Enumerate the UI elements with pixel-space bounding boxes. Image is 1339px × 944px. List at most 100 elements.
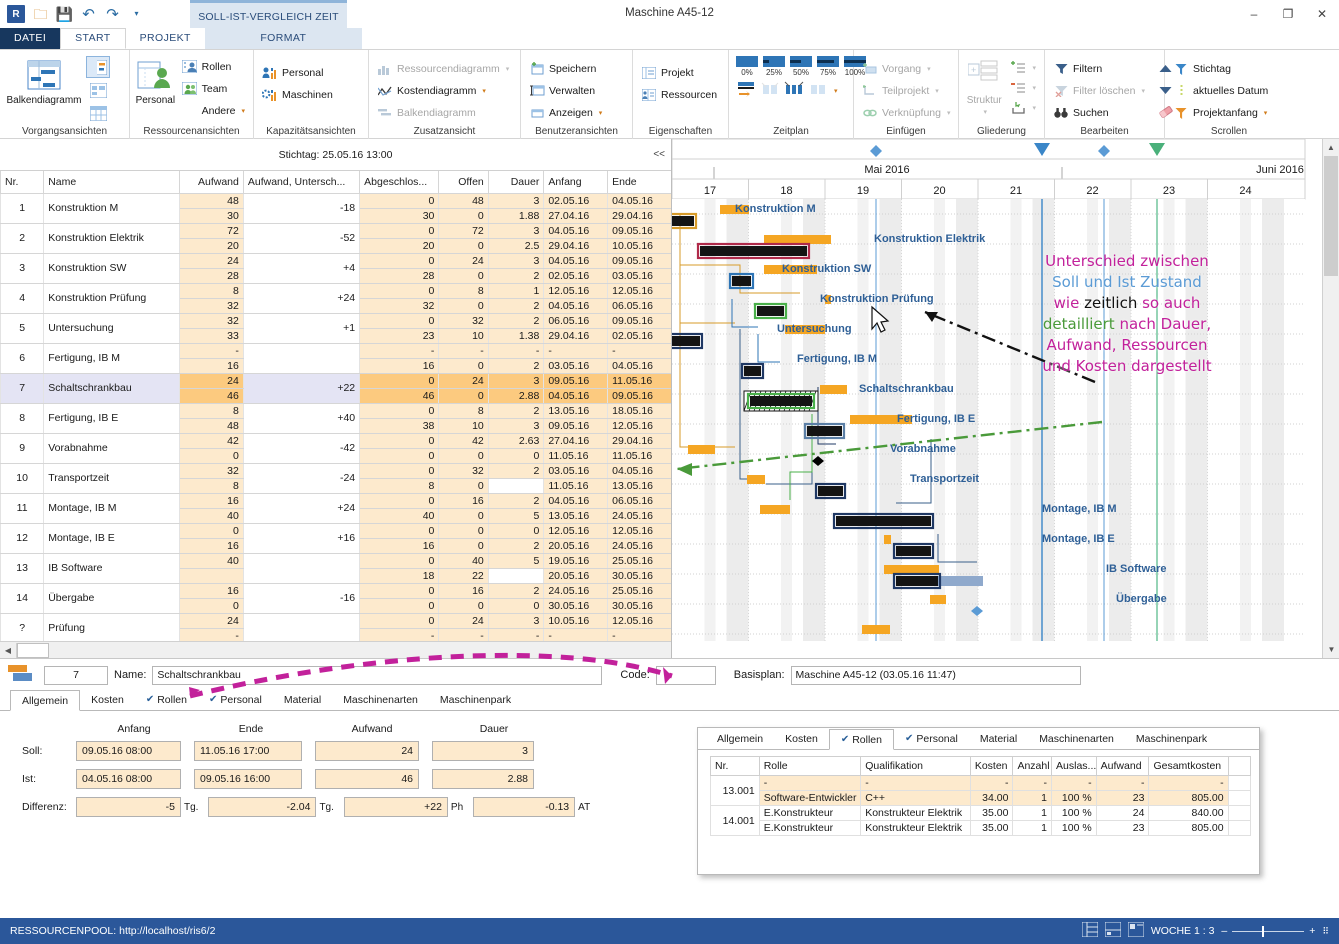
- tab-projekt[interactable]: PROJEKT: [126, 28, 205, 49]
- zoom-thumb[interactable]: [1262, 925, 1265, 937]
- roles-col-nr[interactable]: Nr.: [710, 756, 760, 776]
- vorgang-insert-button[interactable]: Vorgang ▾: [859, 58, 953, 79]
- ressourcen-properties-button[interactable]: Ressourcen: [638, 84, 720, 105]
- chevron-down-icon[interactable]: ▾: [599, 109, 603, 117]
- task-grid-scroll[interactable]: Nr. Name Aufwand Aufwand, Untersch... Ab…: [0, 171, 671, 641]
- gantt-vertical-scrollbar[interactable]: ▲ ▼: [1322, 139, 1339, 658]
- tab-material[interactable]: Material: [273, 689, 332, 710]
- field-ende[interactable]: 09.05.16 16:00: [194, 769, 302, 789]
- zoom-in-button[interactable]: +: [1309, 925, 1315, 937]
- roles-col-gesamtkosten[interactable]: Gesamtkosten: [1148, 756, 1229, 776]
- cell-name[interactable]: Montage, IB E: [43, 523, 181, 554]
- field-ende[interactable]: 11.05.16 17:00: [194, 741, 302, 761]
- balkendiagramm-button[interactable]: Balkendiagramm: [5, 54, 83, 106]
- tab-maschinenarten[interactable]: Maschinenarten: [1028, 728, 1125, 749]
- cell-name[interactable]: IB Software: [43, 553, 181, 584]
- close-button[interactable]: ✕: [1305, 0, 1339, 28]
- chevron-down-icon[interactable]: ▾: [834, 87, 838, 95]
- schedule-left-icon[interactable]: [760, 81, 780, 101]
- cell-name[interactable]: Fertigung, IB M: [43, 343, 181, 374]
- col-dauer[interactable]: Dauer: [487, 171, 545, 194]
- zoom-out-button[interactable]: –: [1221, 925, 1227, 937]
- table-row[interactable]: ? Prüfung 24 0 24 3 10.05.16 12.05.16: [0, 613, 671, 641]
- filter-loeschen-button[interactable]: Filter löschen ▾: [1050, 80, 1148, 101]
- progress-75[interactable]: 75%: [815, 56, 841, 77]
- table-row[interactable]: 2 Konstruktion Elektrik 72 -52 0 72 3 04.05.16 0…: [0, 223, 671, 254]
- task-table-body[interactable]: 1 Konstruktion M 48 -18 0 48 3 02.05.16 04.05.16…: [0, 193, 671, 641]
- progress-50[interactable]: 50%: [788, 56, 814, 77]
- window-controls[interactable]: – ❐ ✕: [1237, 0, 1339, 28]
- zusatz-balkendiagramm-button[interactable]: Balkendiagramm: [374, 102, 512, 123]
- tab-maschinenpark[interactable]: Maschinenpark: [429, 689, 522, 710]
- verwalten-view-button[interactable]: Verwalten: [526, 80, 605, 101]
- col-nr[interactable]: Nr.: [0, 171, 45, 194]
- chevron-down-icon[interactable]: ▾: [927, 65, 931, 73]
- roles-row[interactable]: 13.001- - - - - - -: [710, 775, 1252, 806]
- tab-personal[interactable]: ✔ Personal: [894, 728, 969, 749]
- field-dauer[interactable]: -0.13: [473, 797, 576, 817]
- basisplan-input[interactable]: Maschine A45-12 (03.05.16 11:47): [790, 665, 1081, 685]
- roles-col-qualifikation[interactable]: Qualifikation: [860, 756, 971, 776]
- field-ende[interactable]: -2.04: [208, 797, 317, 817]
- chevron-down-icon[interactable]: ▾: [983, 108, 987, 116]
- table-row[interactable]: 12 Montage, IB E 0 +16 0 0 0 12.05.16 12.05.16: [0, 523, 671, 554]
- view-type-stack[interactable]: [86, 54, 110, 124]
- outline-indent-button[interactable]: ▾: [1007, 98, 1039, 117]
- table-row[interactable]: 10 Transportzeit 32 -24 0 32 2 03.05.16 04.05.16: [0, 463, 671, 494]
- chevron-down-icon[interactable]: ▾: [506, 65, 510, 73]
- schedule-forward-icon[interactable]: [736, 81, 756, 101]
- code-input[interactable]: [655, 665, 716, 685]
- kapazitaet-personal-button[interactable]: Personal: [259, 62, 336, 83]
- suchen-button[interactable]: Suchen: [1050, 102, 1148, 123]
- chevron-down-icon[interactable]: ▾: [1264, 109, 1268, 117]
- table-row[interactable]: 3 Konstruktion SW 24 +4 0 24 3 04.05.16 09.05.16: [0, 253, 671, 284]
- field-anfang[interactable]: 04.05.16 08:00: [76, 769, 181, 789]
- cell-name[interactable]: Konstruktion M: [43, 193, 181, 224]
- scroll-up-icon[interactable]: ▲: [1323, 139, 1339, 156]
- tab-datei[interactable]: DATEI: [0, 28, 61, 49]
- eigenschaften-list[interactable]: Projekt Ressourcen: [638, 60, 720, 105]
- view-split-icon[interactable]: [1104, 921, 1122, 940]
- andere-button[interactable]: Andere ▾: [179, 100, 248, 121]
- anzeigen-view-button[interactable]: Anzeigen ▾: [526, 102, 605, 123]
- table-row[interactable]: 5 Untersuchung 32 +1 0 32 2 06.05.16 09.05.16: [0, 313, 671, 344]
- table-row[interactable]: 8 Fertigung, IB E 8 +40 0 8 2 13.05.16 18.05.16: [0, 403, 671, 434]
- field-aufwand[interactable]: 46: [315, 769, 419, 789]
- bar-view-icon[interactable]: [86, 56, 110, 78]
- field-anfang[interactable]: -5: [76, 797, 181, 817]
- zoom-track[interactable]: [1232, 925, 1305, 937]
- chevron-down-icon[interactable]: ▾: [1141, 87, 1145, 95]
- col-name[interactable]: Name: [43, 171, 181, 194]
- maximize-button[interactable]: ❐: [1271, 0, 1305, 28]
- chevron-down-icon[interactable]: ▾: [482, 87, 486, 95]
- view-single-icon[interactable]: [1081, 921, 1099, 940]
- table-row[interactable]: 7 Schaltschrankbau 24 +22 0 24 3 09.05.16 11.05.…: [0, 373, 671, 404]
- board-view-icon[interactable]: [86, 79, 110, 101]
- capacity-view-list[interactable]: Personal Maschinen: [259, 60, 336, 105]
- chevron-down-icon[interactable]: ▾: [241, 107, 245, 115]
- stichtag-button[interactable]: Stichtag: [1170, 58, 1271, 79]
- roles-float-panel[interactable]: Allgemein Kosten ✔ Rollen ✔ Personal Material M…: [697, 727, 1260, 875]
- col-aufwand[interactable]: Aufwand: [179, 171, 244, 194]
- cell-name[interactable]: Transportzeit: [43, 463, 181, 494]
- cell-name[interactable]: Fertigung, IB E: [43, 403, 181, 434]
- tab-format[interactable]: FORMAT: [204, 28, 362, 49]
- projekt-properties-button[interactable]: Projekt: [638, 62, 720, 83]
- hscroll-thumb[interactable]: [17, 642, 49, 658]
- kostendiagramm-button[interactable]: Kostendiagramm ▾: [374, 80, 512, 101]
- gantt-chart-pane[interactable]: Mai 2016 Juni 2016 17 18 19 20 21 22 23 24 Konstr…: [672, 139, 1339, 658]
- personal-view-button[interactable]: Personal: [135, 54, 176, 106]
- cell-name[interactable]: Schaltschrankbau: [43, 373, 181, 404]
- col-abgeschlossen[interactable]: Abgeschlos...: [359, 171, 440, 194]
- tab-rollen[interactable]: ✔ Rollen: [135, 689, 198, 710]
- einfuegen-list[interactable]: Vorgang ▾ Teilprojekt ▾ Verknüpfung ▾: [859, 56, 953, 123]
- table-row[interactable]: 4 Konstruktion Prüfung 8 +24 0 8 1 12.05.16 12.0…: [0, 283, 671, 314]
- cell-name[interactable]: Konstruktion Prüfung: [43, 283, 181, 314]
- schedule-tools-row[interactable]: ▾: [734, 81, 838, 101]
- rollen-button[interactable]: Rollen: [179, 56, 248, 77]
- aktuelles-datum-button[interactable]: aktuelles Datum: [1170, 80, 1271, 101]
- tab-allgemein[interactable]: Allgemein: [10, 690, 81, 711]
- view-detail-icon[interactable]: [1127, 921, 1145, 940]
- ribbon-tab-bar[interactable]: DATEI START PROJEKT FORMAT: [0, 28, 1339, 49]
- roles-tab-bar[interactable]: Allgemein Kosten ✔ Rollen ✔ Personal Material M…: [698, 728, 1259, 750]
